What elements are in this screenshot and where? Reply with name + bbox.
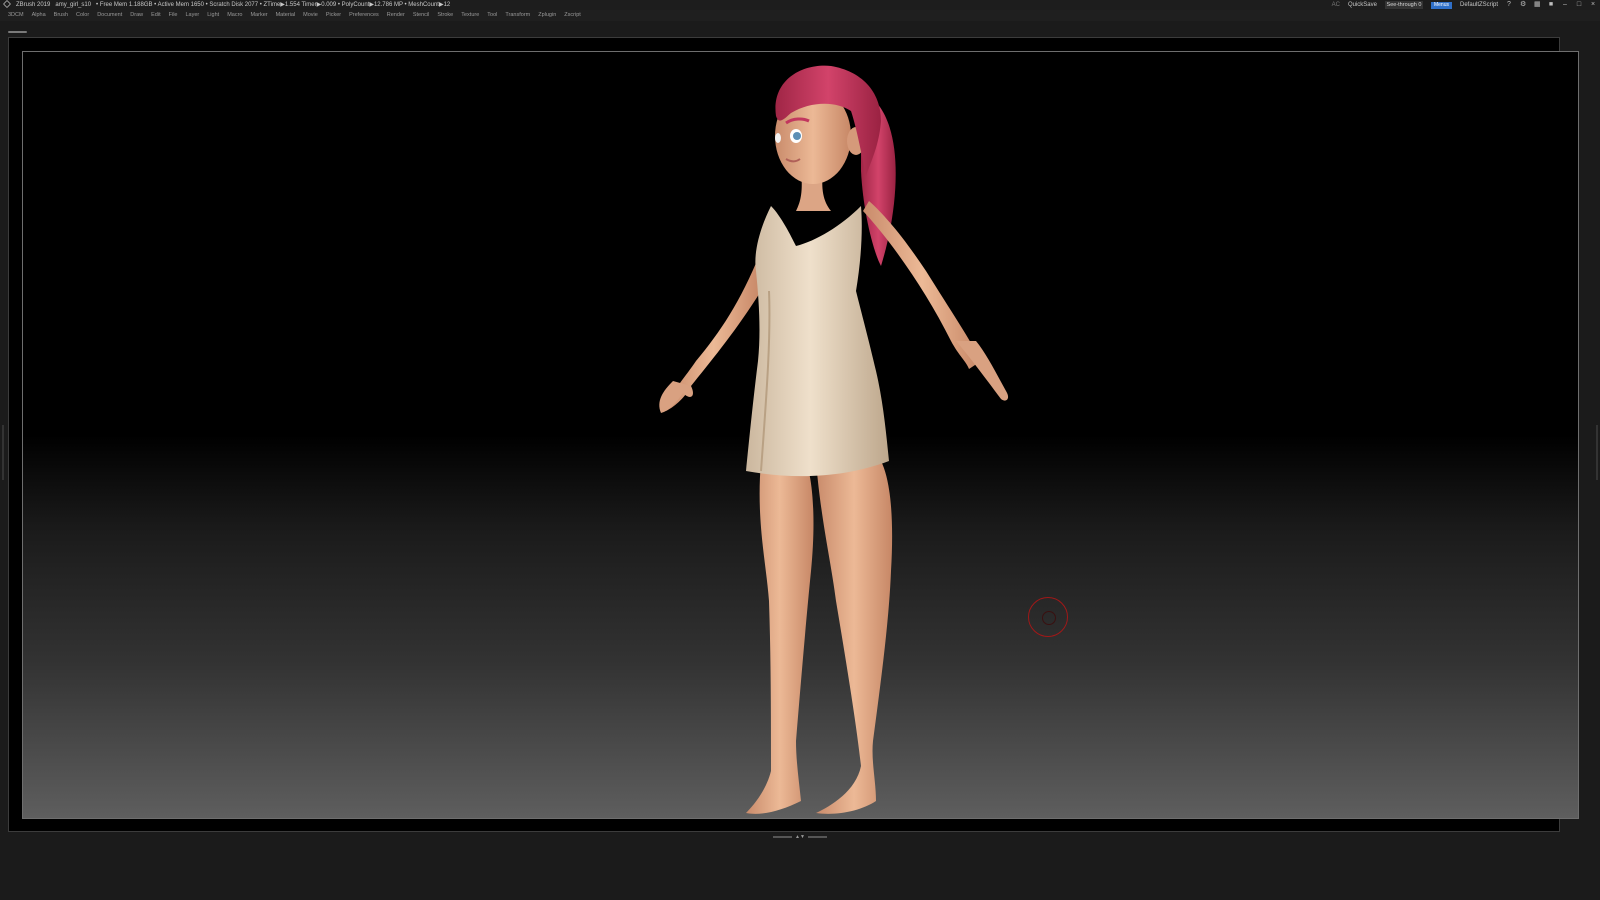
menu-marker[interactable]: Marker (250, 10, 267, 21)
menu-brush[interactable]: Brush (54, 10, 68, 21)
left-tray-handle[interactable] (2, 425, 4, 480)
menu-alpha[interactable]: Alpha (32, 10, 46, 21)
right-tray-handle[interactable] (1596, 425, 1598, 480)
eye-left (775, 133, 781, 143)
default-zscript-button[interactable]: DefaultZScript (1460, 0, 1498, 10)
menu-light[interactable]: Light (207, 10, 219, 21)
zbrush-logo-icon (3, 0, 11, 8)
menu-zplugin[interactable]: Zplugin (538, 10, 556, 21)
memory-stats: • Free Mem 1.188GB • Active Mem 1650 • S… (96, 2, 451, 8)
right-leg (816, 461, 893, 814)
left-hand (659, 381, 694, 413)
help-icon[interactable]: ? (1506, 1, 1512, 8)
minimize-icon[interactable]: – (1562, 1, 1568, 8)
menus-button[interactable]: Menus (1430, 1, 1452, 9)
iris (793, 132, 801, 140)
menu-picker[interactable]: Picker (326, 10, 341, 21)
menu-edit[interactable]: Edit (151, 10, 160, 21)
expand-arrows-icon: ▲▼ (795, 834, 805, 840)
menu-3dcm[interactable]: 3DCM (8, 10, 24, 21)
close-icon[interactable]: × (1590, 1, 1596, 8)
menu-macro[interactable]: Macro (227, 10, 242, 21)
menu-tool[interactable]: Tool (487, 10, 497, 21)
palette-icon[interactable]: ⚙ (1520, 1, 1526, 8)
ac-label[interactable]: AC (1332, 0, 1340, 10)
menu-bar: 3DCM Alpha Brush Color Document Draw Edi… (0, 10, 1600, 21)
menu-stencil[interactable]: Stencil (413, 10, 430, 21)
document-tab-handle[interactable] (8, 31, 27, 33)
menu-stroke[interactable]: Stroke (437, 10, 453, 21)
title-bar: ZBrush 2019 amy_girl_s10 • Free Mem 1.18… (0, 0, 1600, 10)
left-leg (746, 461, 814, 814)
menu-document[interactable]: Document (97, 10, 122, 21)
handle-bar-left (773, 836, 793, 838)
menu-layer[interactable]: Layer (185, 10, 199, 21)
brush-cursor-ring (1028, 597, 1068, 637)
right-hand (956, 341, 1009, 401)
menu-zscript[interactable]: Zscript (564, 10, 581, 21)
see-through-slider[interactable]: See-through 0 (1384, 1, 1423, 9)
menu-texture[interactable]: Texture (461, 10, 479, 21)
bottom-tray-handle[interactable]: ▲▼ (773, 834, 827, 840)
menu-transform[interactable]: Transform (505, 10, 530, 21)
see-through-label: See-through 0 (1386, 2, 1422, 8)
menu-movie[interactable]: Movie (303, 10, 318, 21)
menu-file[interactable]: File (169, 10, 178, 21)
menu-material[interactable]: Material (276, 10, 296, 21)
lock-icon[interactable]: ■ (1548, 1, 1554, 8)
character-model (659, 65, 1009, 814)
menu-color[interactable]: Color (76, 10, 89, 21)
menu-list: 3DCM Alpha Brush Color Document Draw Edi… (0, 10, 1600, 21)
menu-render[interactable]: Render (387, 10, 405, 21)
menu-preferences[interactable]: Preferences (349, 10, 379, 21)
maximize-icon[interactable]: □ (1576, 1, 1582, 8)
dress (746, 206, 889, 477)
file-name: amy_girl_s10 (55, 2, 92, 8)
menu-draw[interactable]: Draw (130, 10, 143, 21)
handle-bar-right (807, 836, 827, 838)
layout-icon[interactable]: ▦ (1534, 1, 1541, 8)
app-title: ZBrush 2019 (16, 2, 51, 8)
quicksave-button[interactable]: QuickSave (1348, 0, 1377, 10)
viewport-canvas[interactable] (22, 51, 1579, 819)
